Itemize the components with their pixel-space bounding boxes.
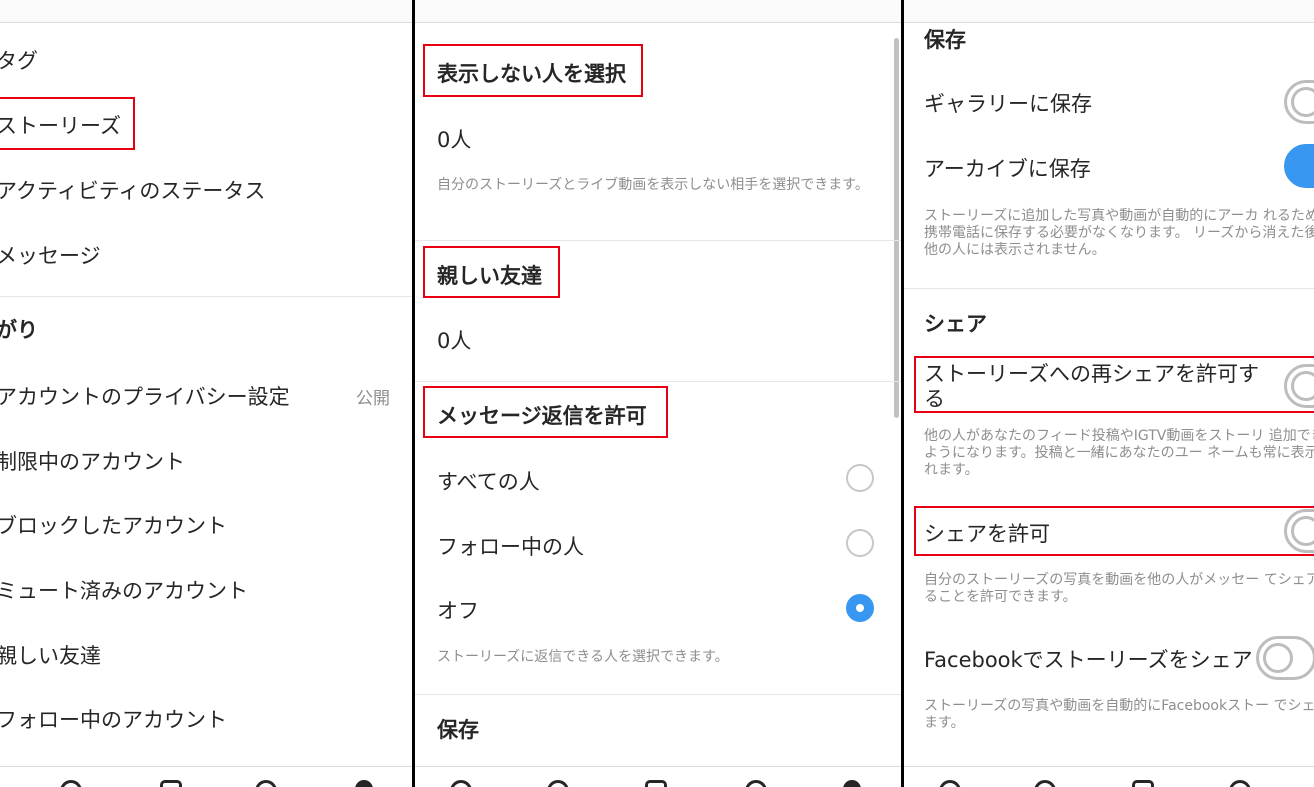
bottom-nav-bar [415,766,901,787]
reels-icon[interactable] [645,780,667,787]
reply-description: ストーリーズに返信できる人を選択できます。 [437,649,729,665]
menu-item-restricted-accounts[interactable]: 制限中のアカウント [0,446,185,476]
menu-item-tags[interactable]: タグ [0,45,38,75]
save-to-archive-label: アーカイブに保存 [924,157,1091,181]
story-save-share-panel: 保存 ギャラリーに保存 アーカイブに保存 ストーリーズに追加した写真や動画が自動… [904,0,1314,787]
scrollbar[interactable] [894,38,899,418]
reels-icon[interactable] [160,780,182,787]
bottom-nav-bar [904,766,1314,787]
menu-item-activity-status[interactable]: アクティビティのステータス [0,175,265,205]
section-heading-connections: がり [0,318,38,342]
facebook-share-description: ストーリーズの写真や動画を自動的にFacebookストー でシェアします。 [924,698,1314,731]
bottom-nav-bar [0,766,412,787]
search-icon[interactable] [60,780,82,787]
home-icon[interactable] [939,780,961,787]
allow-reshare-label: ストーリーズへの再シェアを許可する [924,362,1259,411]
allow-share-label: シェアを許可 [924,522,1050,546]
menu-item-blocked-accounts[interactable]: ブロックしたアカウント [0,510,227,540]
hide-story-count[interactable]: 0人 [437,124,471,154]
heart-icon[interactable] [745,780,767,787]
divider [904,288,1314,289]
hide-story-description: 自分のストーリーズとライブ動画を表示しない相手を選択できます。 [437,177,869,193]
divider [415,381,901,382]
highlight-box [423,246,560,298]
archive-description: ストーリーズに追加した写真や動画が自動的にアーカ れるため、携帯電話に保存する必… [924,208,1314,258]
reshare-description: 他の人があなたのフィード投稿やIGTV動画をストーリ 追加できるようになります。… [924,428,1314,478]
share-heading: シェア [924,312,987,336]
divider [415,694,901,695]
privacy-settings-panel: タグ ストーリーズ アクティビティのステータス メッセージ がり アカウントのプ… [0,0,412,787]
highlight-box [423,44,643,97]
reply-option-following[interactable]: フォロー中の人 [437,531,584,561]
reels-icon[interactable] [1132,780,1154,787]
highlight-box [423,386,668,438]
save-heading: 保存 [437,718,479,742]
top-bar [904,0,1314,23]
facebook-share-label: Facebookでストーリーズをシェア [924,648,1253,672]
heart-icon[interactable] [1229,780,1251,787]
save-to-gallery-label: ギャラリーに保存 [924,92,1092,116]
reply-option-everyone[interactable]: すべての人 [437,466,540,496]
privacy-value: 公開 [356,389,390,409]
profile-icon[interactable] [843,780,861,787]
radio-everyone[interactable] [846,464,874,492]
radio-following[interactable] [846,529,874,557]
menu-item-following-accounts[interactable]: フォロー中のアカウント [0,704,227,734]
menu-item-close-friends[interactable]: 親しい友達 [0,640,101,670]
save-to-gallery-toggle[interactable] [1284,80,1314,124]
allow-share-description: 自分のストーリーズの写真を動画を他の人がメッセー てシェアすることを許可できます… [924,572,1314,605]
profile-icon[interactable] [355,780,373,787]
highlight-box [0,97,135,150]
menu-item-account-privacy[interactable]: アカウントのプライバシー設定 [0,381,290,411]
search-icon[interactable] [547,780,569,787]
story-settings-panel: 表示しない人を選択 0人 自分のストーリーズとライブ動画を表示しない相手を選択で… [415,0,901,787]
radio-off[interactable] [846,594,874,622]
top-bar [0,0,412,23]
facebook-share-toggle[interactable] [1256,636,1314,680]
save-heading: 保存 [924,28,966,52]
top-bar [415,0,901,23]
home-icon[interactable] [450,780,472,787]
menu-item-messages[interactable]: メッセージ [0,240,101,270]
reply-option-off[interactable]: オフ [437,595,479,625]
close-friends-count[interactable]: 0人 [437,325,471,355]
divider [415,240,901,241]
heart-icon[interactable] [255,780,277,787]
search-icon[interactable] [1034,780,1056,787]
save-to-archive-toggle[interactable] [1284,144,1314,188]
divider [0,296,412,297]
menu-item-muted-accounts[interactable]: ミュート済みのアカウント [0,575,248,605]
